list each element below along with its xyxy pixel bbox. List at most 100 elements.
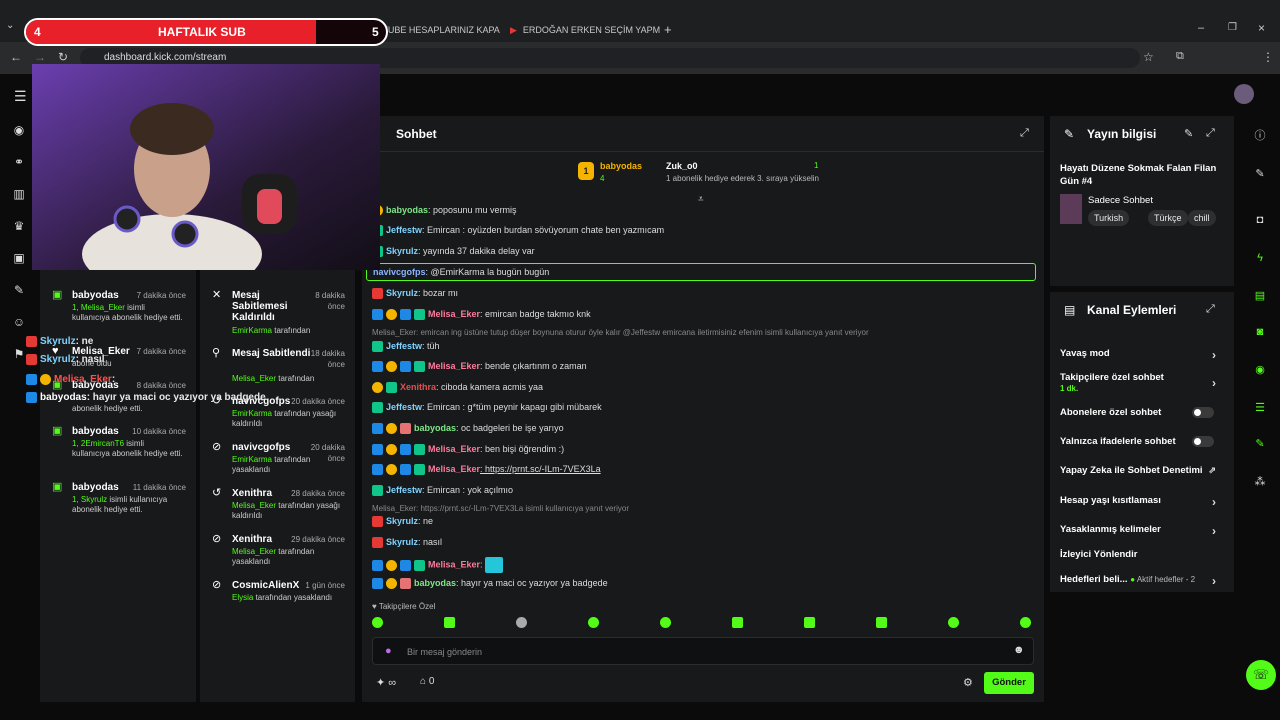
- popout-icon[interactable]: ⤢: [1206, 303, 1215, 316]
- clipboard-icon[interactable]: ▤: [1252, 288, 1268, 304]
- mod-title: navivcgofps: [232, 442, 291, 453]
- share-icon[interactable]: ⁂: [1252, 474, 1268, 490]
- reload-icon[interactable]: ↻: [58, 50, 68, 64]
- chat-message: Jeffestw: tüh: [372, 341, 440, 353]
- chat-message: Melisa_Eker: emircan badge takmıo knk: [372, 309, 591, 321]
- gifter-2-name: Zuk_o0: [666, 161, 698, 171]
- bookmark-icon[interactable]: ☆: [1143, 50, 1154, 64]
- info-icon[interactable]: ⓘ: [1252, 128, 1268, 144]
- popout-icon[interactable]: ⤢: [1020, 127, 1029, 140]
- overlay-chat: Skyrulz: ne Skyrulz: nasıl Melisa_Eker: …: [26, 334, 326, 414]
- link-icon[interactable]: ⚭: [11, 154, 27, 170]
- chat-bubble-icon[interactable]: ◙: [1252, 324, 1268, 340]
- flash-icon[interactable]: ϟ: [1252, 250, 1268, 266]
- list-icon[interactable]: ☰: [1252, 400, 1268, 416]
- gifter-1-count: 4: [600, 174, 605, 183]
- category-name: Sadece Sohbet: [1088, 195, 1153, 206]
- camera-icon[interactable]: ◘: [1252, 212, 1268, 228]
- store-button[interactable]: ⌂ 0: [420, 676, 434, 687]
- minimize-icon[interactable]: –: [1198, 22, 1204, 34]
- mod-desc: Elysia tarafından yasaklandı: [232, 593, 333, 602]
- event-desc: 1, Skyrulz isimli kullanıcıya abonelik h…: [72, 495, 168, 514]
- edit-icon[interactable]: ✎: [1184, 127, 1193, 140]
- maximize-icon[interactable]: ❐: [1228, 22, 1237, 33]
- pen-icon[interactable]: ✎: [1252, 166, 1268, 182]
- avatar[interactable]: [1234, 84, 1254, 104]
- sub-goal-number: 5: [372, 25, 379, 39]
- mod-desc: Melisa_Eker tarafından yasağı kaldırıldı: [232, 501, 341, 520]
- banned-words-item[interactable]: Yasaklanmış kelimeler ›: [1060, 524, 1224, 538]
- menu-icon[interactable]: ⋮: [1262, 50, 1274, 64]
- broadcast-icon[interactable]: ◉: [1252, 362, 1268, 378]
- event-user: babyodas: [72, 290, 119, 301]
- new-tab-button[interactable]: +: [664, 22, 672, 37]
- overlay-chat-line: Skyrulz: nasıl: [26, 354, 104, 365]
- list-item: ▣ babyodas 7 dakika önce 1, Melisa_Eker …: [40, 290, 196, 330]
- emote-only-toggle[interactable]: [1192, 436, 1214, 447]
- event-user: babyodas: [72, 482, 119, 493]
- message-input[interactable]: ● Bir mesaj gönderin ☻: [372, 637, 1034, 665]
- chat-message: babyodas: poposunu mu vermiş: [372, 205, 517, 217]
- chat-message: Melisa_Eker: https://prnt.sc/-ILm-7VEX3L…: [372, 464, 601, 476]
- pinned-message[interactable]: navivcgofps: @EmirKarma la bugün bugün: [366, 263, 1036, 281]
- ban-icon: ⊘: [212, 441, 222, 453]
- emote-icon[interactable]: [660, 617, 671, 628]
- media-icon[interactable]: ▣: [11, 250, 27, 266]
- actions-icon: ▤: [1064, 303, 1076, 317]
- wrench-icon[interactable]: ✎: [1252, 436, 1268, 452]
- points-display[interactable]: ✦ ∞: [376, 676, 396, 689]
- emote-icon[interactable]: [516, 617, 527, 628]
- emote-icon[interactable]: [876, 617, 887, 628]
- analytics-icon[interactable]: ▥: [11, 186, 27, 202]
- emote-icon[interactable]: [588, 617, 599, 628]
- chat-message: Jeffestw: Emircan : g*tüm peynir kapagı …: [372, 402, 602, 414]
- sub-label: HAFTALIK SUB: [158, 25, 246, 39]
- window-close-icon[interactable]: ×: [1258, 21, 1265, 35]
- chevron-right-icon: ›: [1212, 348, 1216, 362]
- mod-title: Mesaj Sabitlemesi Kaldırıldı: [232, 290, 288, 323]
- emote-icon[interactable]: [372, 617, 383, 628]
- trophy-icon[interactable]: ♛: [11, 218, 27, 234]
- emote-icon[interactable]: [444, 617, 455, 628]
- hamburger-icon[interactable]: ☰: [14, 88, 27, 105]
- ai-moderation-item[interactable]: Yapay Zeka ile Sohbet Denetimi ⇗: [1060, 465, 1224, 476]
- gifter-1-name: babyodas: [600, 161, 643, 171]
- mod-desc: EmirKarma tarafından yasaklandı: [232, 455, 311, 474]
- host-item[interactable]: İzleyici Yönlendir: [1060, 549, 1224, 560]
- chat-message: Xenithra: ciboda kamera acmis yaa: [372, 382, 543, 394]
- moderation-icon[interactable]: ⚑: [11, 346, 27, 362]
- stream-info-title: Yayın bilgisi: [1087, 127, 1157, 141]
- emote-only-item[interactable]: Yalnızca ifadelerle sohbet: [1060, 436, 1224, 447]
- broadcast-icon[interactable]: ◉: [11, 122, 27, 138]
- subscribers-only-toggle[interactable]: [1192, 407, 1214, 418]
- extensions-icon[interactable]: ⧉: [1176, 50, 1184, 63]
- slow-mode-item[interactable]: Yavaş mod ›: [1060, 348, 1224, 362]
- mod-time: 1 gün önce: [305, 581, 345, 590]
- weekly-sub-overlay: 4 HAFTALIK SUB 5: [24, 18, 388, 46]
- subscribers-only-item[interactable]: Abonelere özel sohbet: [1060, 407, 1224, 418]
- send-button[interactable]: Gönder: [984, 672, 1034, 694]
- tab-erdogan[interactable]: ▶ ERDOĞAN ERKEN SEÇİM YAPM ×: [500, 18, 660, 42]
- settings-icon[interactable]: ⚙: [963, 676, 973, 689]
- account-age-item[interactable]: Hesap yaşı kısıtlaması ›: [1060, 495, 1224, 509]
- ban-icon: ⊘: [212, 579, 222, 591]
- followers-only-item[interactable]: Takipçilere özel sohbet 1 dk. ›: [1060, 372, 1224, 394]
- users-icon[interactable]: ☺: [11, 314, 27, 330]
- event-user: babyodas: [72, 426, 119, 437]
- emote-icon[interactable]: [804, 617, 815, 628]
- emoji-icon[interactable]: ☻: [1013, 644, 1025, 656]
- collapse-icon[interactable]: ⩡: [698, 194, 704, 205]
- chat-message: Skyrulz: bozar mı: [372, 288, 458, 300]
- tab-list-chevron-icon[interactable]: ⌄: [6, 20, 20, 38]
- popout-icon[interactable]: ⤢: [1206, 127, 1215, 140]
- emote-bar: [372, 617, 1034, 631]
- emote-icon[interactable]: [1020, 617, 1031, 628]
- support-chat-button[interactable]: ☏: [1246, 660, 1276, 690]
- emote-icon[interactable]: [948, 617, 959, 628]
- forward-icon[interactable]: →: [34, 50, 46, 64]
- back-icon[interactable]: ←: [10, 50, 22, 64]
- emote-icon[interactable]: [732, 617, 743, 628]
- tools-icon[interactable]: ✎: [11, 282, 27, 298]
- goals-item[interactable]: Hedefleri beli... ● Aktif hedefler - 2 ›: [1060, 574, 1224, 588]
- mic-icon[interactable]: ●: [385, 645, 392, 657]
